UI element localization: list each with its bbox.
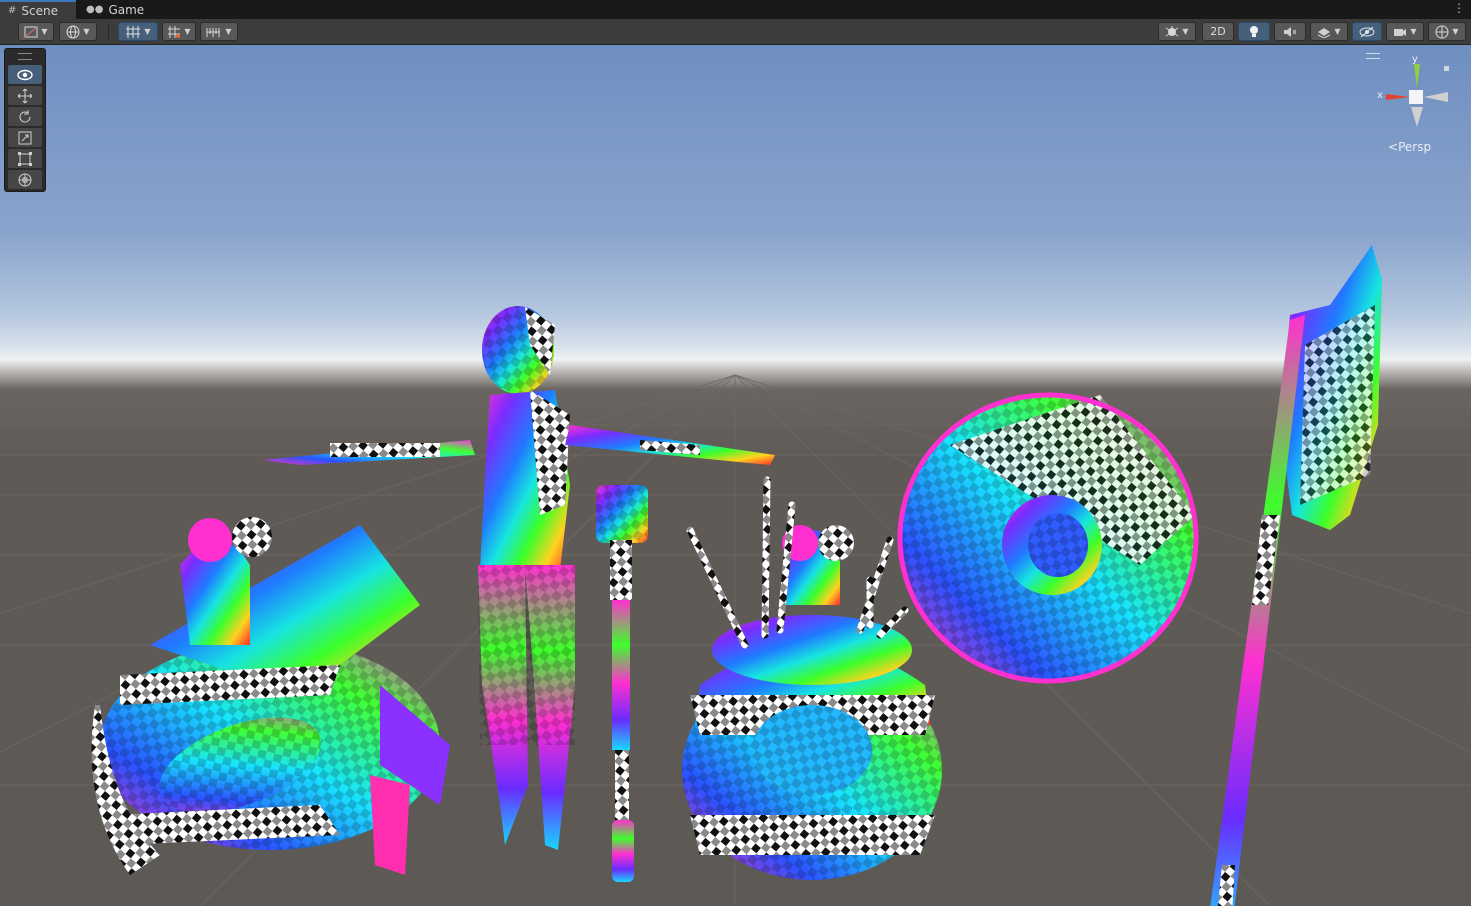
mode-2d-button[interactable]: 2D <box>1202 22 1234 41</box>
shading-dropdown[interactable]: ▼ <box>59 22 97 41</box>
chevron-down-icon: ▼ <box>1334 27 1341 36</box>
camera-icon <box>1394 28 1407 36</box>
globe-icon <box>66 25 80 38</box>
audio-toggle[interactable] <box>1274 22 1306 41</box>
draw-mode-icon <box>24 26 38 37</box>
chevron-down-icon: ▼ <box>1182 27 1189 36</box>
tab-game-label: Game <box>108 2 145 17</box>
grid-snap-icon <box>126 25 141 38</box>
chevron-down-icon: ▼ <box>41 27 48 36</box>
scene-viewport[interactable] <box>0 45 1471 906</box>
projection-label: Persp <box>1398 140 1432 154</box>
chevron-down-icon: ▼ <box>1410 27 1417 36</box>
rotate-icon <box>19 109 31 122</box>
axe-model[interactable] <box>1205 245 1382 906</box>
staff-model[interactable] <box>596 485 648 882</box>
hash-grid-icon: # <box>8 5 17 16</box>
scale-tool-button[interactable] <box>8 128 42 147</box>
axis-gizmo-icon <box>1386 64 1449 127</box>
palette-grip[interactable] <box>18 53 32 60</box>
draw-mode-dropdown[interactable]: ▼ <box>18 22 54 41</box>
layers-icon <box>1318 27 1331 38</box>
move-arrows-icon <box>17 88 33 103</box>
rect-icon <box>18 151 32 166</box>
eye-icon <box>17 69 33 80</box>
view-tool-button[interactable] <box>8 65 42 84</box>
chevron-down-icon: ▼ <box>144 27 151 36</box>
move-tool-button[interactable] <box>8 86 42 105</box>
tab-scene[interactable]: # Scene <box>0 0 76 19</box>
chevron-down-icon: ▼ <box>184 27 191 36</box>
tab-bar: # Scene ●● Game ⋮ <box>0 0 1471 19</box>
lighting-toggle[interactable] <box>1238 22 1270 41</box>
gizmo-y-label: y <box>1412 54 1418 65</box>
rect-tool-button[interactable] <box>8 149 42 168</box>
rotate-tool-button[interactable] <box>8 107 42 126</box>
grid-snap-toggle[interactable]: ▼ <box>118 22 158 41</box>
chevron-down-icon: ▼ <box>1452 27 1459 36</box>
transform-tool-button[interactable] <box>8 170 42 189</box>
grid-visibility-dropdown[interactable]: ▼ <box>162 22 196 41</box>
separator <box>108 24 109 39</box>
gizmo-globe-icon <box>1435 25 1449 38</box>
mode-2d-label: 2D <box>1210 25 1226 38</box>
increment-snap-dropdown[interactable]: ▼ <box>200 22 238 41</box>
more-options-icon[interactable]: ⋮ <box>1453 1 1465 15</box>
grid-icon <box>168 25 181 38</box>
gizmos-visibility-dropdown[interactable]: ▼ <box>1158 22 1196 41</box>
eye-slash-icon <box>1359 26 1375 37</box>
effects-dropdown[interactable]: ▼ <box>1310 22 1348 41</box>
camera-settings-dropdown[interactable]: ▼ <box>1386 22 1424 41</box>
lightbulb-icon <box>1250 25 1258 37</box>
scene-3d-content <box>0 245 1471 906</box>
scale-icon <box>18 131 32 144</box>
tool-palette <box>4 48 46 192</box>
gizmo-x-label: x <box>1377 90 1383 101</box>
gamepad-icon: ●● <box>86 4 104 15</box>
projection-toggle[interactable]: <Persp <box>1388 140 1431 154</box>
chevron-left-icon: < <box>1388 140 1399 154</box>
bug-icon <box>1166 25 1179 36</box>
scene-toolbar: ▼ ▼ ▼ ▼ ▼ ▼ 2D ▼ ▼ ▼ <box>0 19 1471 45</box>
tab-scene-label: Scene <box>21 3 58 18</box>
monster-left-model[interactable] <box>91 517 450 875</box>
chevron-down-icon: ▼ <box>225 27 232 36</box>
chevron-down-icon: ▼ <box>83 27 90 36</box>
hidden-objects-toggle[interactable] <box>1352 22 1382 41</box>
shield-model[interactable] <box>897 392 1199 684</box>
gizmos-dropdown[interactable]: ▼ <box>1428 22 1466 41</box>
transform-icon <box>18 173 32 186</box>
ruler-icon <box>206 27 221 37</box>
tab-game[interactable]: ●● Game <box>78 0 148 19</box>
speaker-muted-icon <box>1284 26 1297 37</box>
